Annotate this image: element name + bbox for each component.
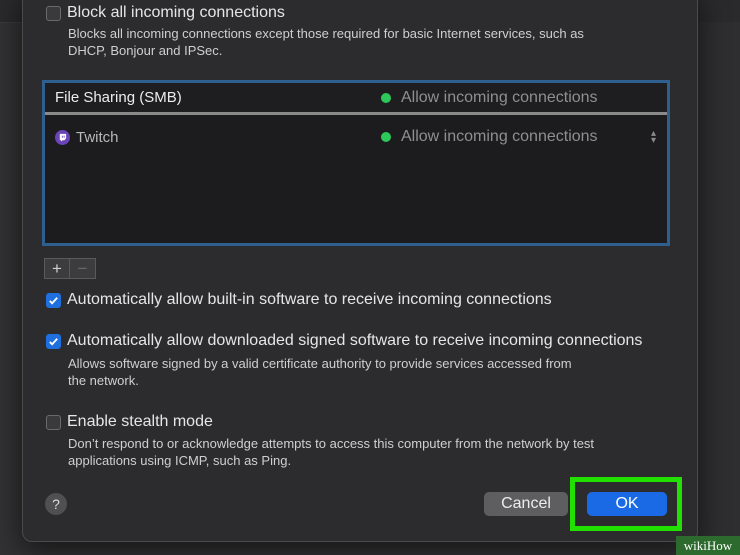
auto-builtin-label: Automatically allow built-in software to… [67,291,552,308]
auto-builtin-checkbox[interactable] [46,292,61,308]
add-app-button[interactable]: + [44,258,70,279]
auto-signed-description-line1: Allows software signed by a valid certif… [68,356,572,371]
remove-app-button[interactable]: − [70,258,96,279]
add-remove-control: + − [44,258,96,279]
stealth-row[interactable]: Enable stealth mode [46,413,213,431]
auto-signed-description: Allows software signed by a valid certif… [68,355,572,389]
list-item[interactable]: File Sharing (SMB) Allow incoming connec… [45,83,667,115]
ok-button[interactable]: OK [587,492,667,516]
block-all-checkbox[interactable] [46,5,61,21]
status-dot-icon [381,132,391,142]
status-dot-icon [381,92,391,103]
auto-signed-checkbox[interactable] [46,333,61,349]
app-list[interactable]: File Sharing (SMB) Allow incoming connec… [42,80,670,246]
block-all-description-line1: Blocks all incoming connections except t… [68,26,584,41]
watermark-logo: wikiHow [676,536,740,555]
auto-signed-row[interactable]: Automatically allow downloaded signed so… [46,332,642,350]
background-panel [696,22,740,555]
block-all-description-line2: DHCP, Bonjour and IPSec. [68,43,223,58]
stealth-description: Don’t respond to or acknowledge attempts… [68,435,594,469]
block-all-row[interactable]: Block all incoming connections [46,4,285,22]
checkmark-icon [49,296,58,305]
block-all-label: Block all incoming connections [67,4,285,21]
status-select[interactable]: Allow incoming connections [381,128,598,146]
stealth-checkbox[interactable] [46,414,61,430]
app-name: File Sharing (SMB) [55,89,182,106]
twitch-icon [55,129,70,145]
block-all-description: Blocks all incoming connections except t… [68,25,584,59]
list-item[interactable]: Twitch Allow incoming connections ▴ ▾ [45,121,667,153]
stealth-description-line2: applications using ICMP, such as Ping. [68,453,292,468]
status-select[interactable]: Allow incoming connections [381,89,598,107]
stealth-label: Enable stealth mode [67,413,213,430]
chevron-updown-icon[interactable]: ▴ ▾ [651,129,656,146]
auto-builtin-row[interactable]: Automatically allow built-in software to… [46,291,552,309]
status-label: Allow incoming connections [401,128,598,145]
cancel-button[interactable]: Cancel [484,492,568,516]
checkmark-icon [49,337,58,346]
status-label: Allow incoming connections [401,88,598,106]
app-name: Twitch [76,128,119,146]
app-name-wrap: Twitch [55,129,119,146]
auto-signed-description-line2: the network. [68,373,139,388]
stealth-description-line1: Don’t respond to or acknowledge attempts… [68,436,595,451]
help-button[interactable]: ? [45,493,67,515]
auto-signed-label: Automatically allow downloaded signed so… [67,332,643,349]
